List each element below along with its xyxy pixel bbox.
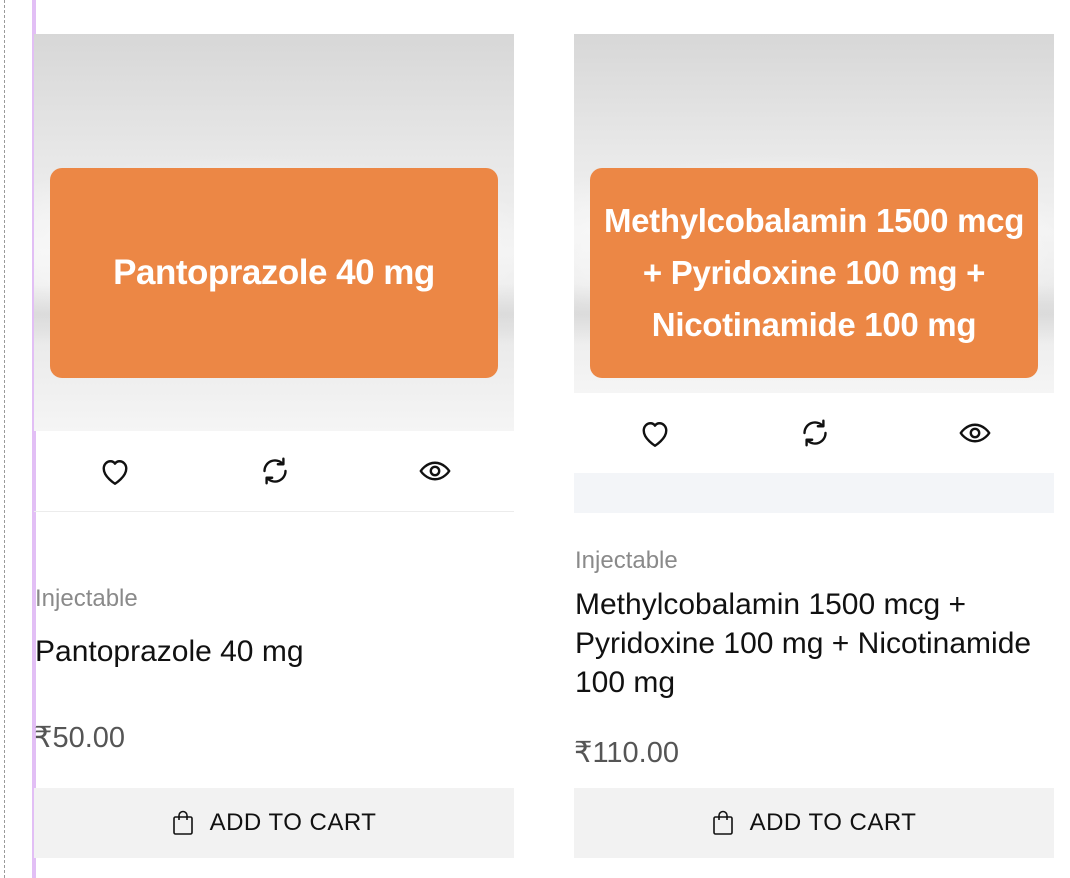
refresh-icon[interactable] <box>797 415 833 451</box>
eye-icon[interactable] <box>957 415 993 451</box>
add-to-cart-label: ADD TO CART <box>749 809 917 836</box>
divider-strip <box>574 473 1054 513</box>
product-image[interactable]: Pantoprazole 40 mg <box>34 34 514 431</box>
heart-icon[interactable] <box>637 415 673 451</box>
product-name[interactable]: Methylcobalamin 1500 mcg + Pyridoxine 10… <box>575 585 1045 702</box>
eye-icon[interactable] <box>417 453 453 489</box>
product-actions <box>34 431 514 512</box>
shopping-bag-icon <box>712 810 734 836</box>
add-to-cart-button[interactable]: ADD TO CART <box>34 788 514 858</box>
product-image[interactable]: Methylcobalamin 1500 mcg + Pyridoxine 10… <box>574 34 1054 393</box>
product-price: ₹50.00 <box>34 722 126 754</box>
product-price: ₹110.00 <box>574 737 679 769</box>
add-to-cart-button[interactable]: ADD TO CART <box>574 788 1054 858</box>
refresh-icon[interactable] <box>257 453 293 489</box>
add-to-cart-label: ADD TO CART <box>209 809 377 836</box>
product-category: Injectable <box>575 547 678 574</box>
layout-guide-dashed <box>4 0 5 878</box>
product-image-label: Methylcobalamin 1500 mcg + Pyridoxine 10… <box>590 168 1038 378</box>
product-category: Injectable <box>35 585 138 612</box>
shopping-bag-icon <box>172 810 194 836</box>
heart-icon[interactable] <box>97 453 133 489</box>
product-actions <box>574 393 1054 473</box>
product-image-label: Pantoprazole 40 mg <box>50 168 498 378</box>
product-name[interactable]: Pantoprazole 40 mg <box>35 632 505 671</box>
